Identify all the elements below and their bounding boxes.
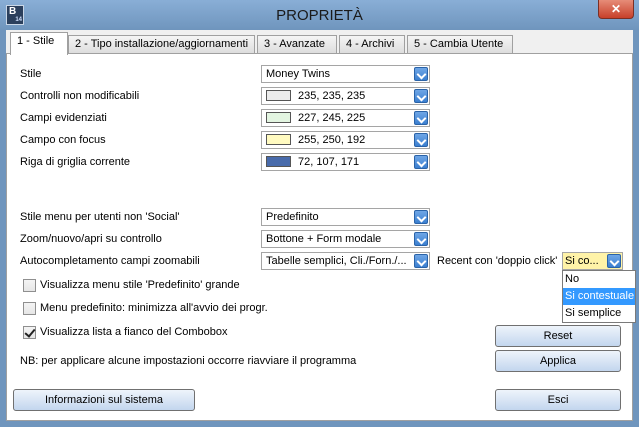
dropdown-option-no[interactable]: No (563, 271, 635, 288)
color-swatch (266, 89, 291, 101)
autocomp-value: Tabelle semplici, Cli./Forn./... (266, 255, 407, 267)
evidenziati-label: Campi evidenziati (20, 112, 107, 124)
stile-value: Money Twins (266, 68, 330, 80)
esci-button[interactable]: Esci (495, 389, 621, 411)
dropdown-option-si-contestuale[interactable]: Si contestuale (563, 288, 635, 305)
properties-window: B 14 PROPRIETÀ ✕ 1 - Stile 2 - Tipo insta… (0, 0, 639, 427)
stile-label: Stile (20, 68, 42, 80)
client-area: 1 - Stile 2 - Tipo installazione/aggiorn… (6, 30, 633, 421)
recent-combo[interactable]: Si co... (562, 252, 623, 270)
griglia-value: 72, 107, 171 (298, 156, 360, 168)
window-title: PROPRIETÀ (276, 7, 363, 24)
color-swatch (266, 111, 291, 123)
recent-dropdown-list: No Si contestuale Si semplice (562, 270, 636, 323)
applica-label: Applica (539, 355, 577, 367)
tab-label: 1 - Stile (17, 35, 55, 47)
chevron-down-icon[interactable] (414, 111, 428, 125)
reset-button[interactable]: Reset (495, 325, 621, 347)
chevron-down-icon[interactable] (414, 232, 428, 246)
menu-grande-label: Visualizza menu stile 'Predefinito' gran… (40, 279, 240, 291)
autocomp-label: Autocompletamento campi zoomabili (20, 255, 200, 267)
griglia-color-picker[interactable]: 72, 107, 171 (261, 153, 430, 171)
minimizza-label: Menu predefinito: minimizza all'avvio de… (40, 302, 268, 314)
tab-tipo-installazione[interactable]: 2 - Tipo installazione/aggiornamenti (68, 35, 255, 54)
chevron-down-icon[interactable] (414, 89, 428, 103)
chevron-down-icon[interactable] (414, 254, 428, 268)
color-swatch (266, 155, 291, 167)
tab-archivi[interactable]: 4 - Archivi (339, 35, 405, 54)
reset-label: Reset (543, 330, 573, 342)
chevron-down-icon[interactable] (414, 155, 428, 169)
restart-note: NB: per applicare alcune impostazioni oc… (20, 355, 357, 367)
system-info-button[interactable]: Informazioni sul sistema (13, 389, 195, 411)
focus-color-picker[interactable]: 255, 250, 192 (261, 131, 430, 149)
zoom-value: Bottone + Form modale (266, 233, 382, 245)
chevron-down-icon[interactable] (414, 67, 428, 81)
lista-combobox-label: Visualizza lista a fianco del Combobox (40, 326, 228, 338)
menu-social-value: Predefinito (266, 211, 319, 223)
system-info-label: Informazioni sul sistema (45, 394, 163, 406)
menu-grande-checkbox[interactable] (23, 279, 36, 292)
tab-cambia-utente[interactable]: 5 - Cambia Utente (407, 35, 513, 54)
tab-label: 4 - Archivi (346, 38, 395, 50)
controlli-color-picker[interactable]: 235, 235, 235 (261, 87, 430, 105)
lista-combobox-checkbox[interactable] (23, 326, 36, 339)
tab-stile[interactable]: 1 - Stile (10, 32, 68, 55)
recent-value: Si co... (565, 255, 599, 267)
controlli-label: Controlli non modificabili (20, 90, 140, 102)
close-button[interactable]: ✕ (598, 0, 634, 19)
chevron-down-icon[interactable] (607, 254, 621, 268)
menu-social-combo[interactable]: Predefinito (261, 208, 430, 226)
minimizza-checkbox[interactable] (23, 302, 36, 315)
close-icon: ✕ (610, 2, 622, 16)
focus-label: Campo con focus (20, 134, 106, 146)
zoom-combo[interactable]: Bottone + Form modale (261, 230, 430, 248)
tab-label: 2 - Tipo installazione/aggiornamenti (75, 38, 249, 50)
evidenziati-color-picker[interactable]: 227, 245, 225 (261, 109, 430, 127)
evidenziati-value: 227, 245, 225 (298, 112, 366, 124)
tab-label: 3 - Avanzate (264, 38, 325, 50)
stile-combo[interactable]: Money Twins (261, 65, 430, 83)
tab-label: 5 - Cambia Utente (414, 38, 504, 50)
title-bar[interactable]: B 14 PROPRIETÀ ✕ (0, 0, 639, 30)
chevron-down-icon[interactable] (414, 133, 428, 147)
tab-avanzate[interactable]: 3 - Avanzate (257, 35, 337, 54)
tab-panel-stile: Stile Money Twins Controlli non modifica… (6, 53, 633, 421)
esci-label: Esci (547, 394, 569, 406)
applica-button[interactable]: Applica (495, 350, 621, 372)
chevron-down-icon[interactable] (414, 210, 428, 224)
menu-social-label: Stile menu per utenti non 'Social' (20, 211, 180, 223)
color-swatch (266, 133, 291, 145)
dropdown-option-si-semplice[interactable]: Si semplice (563, 305, 635, 322)
zoom-label: Zoom/nuovo/apri su controllo (20, 233, 162, 245)
autocomp-combo[interactable]: Tabelle semplici, Cli./Forn./... (261, 252, 430, 270)
recent-label: Recent con 'doppio click' (437, 255, 558, 267)
griglia-label: Riga di griglia corrente (20, 156, 131, 168)
focus-value: 255, 250, 192 (298, 134, 366, 146)
controlli-value: 235, 235, 235 (298, 90, 366, 102)
